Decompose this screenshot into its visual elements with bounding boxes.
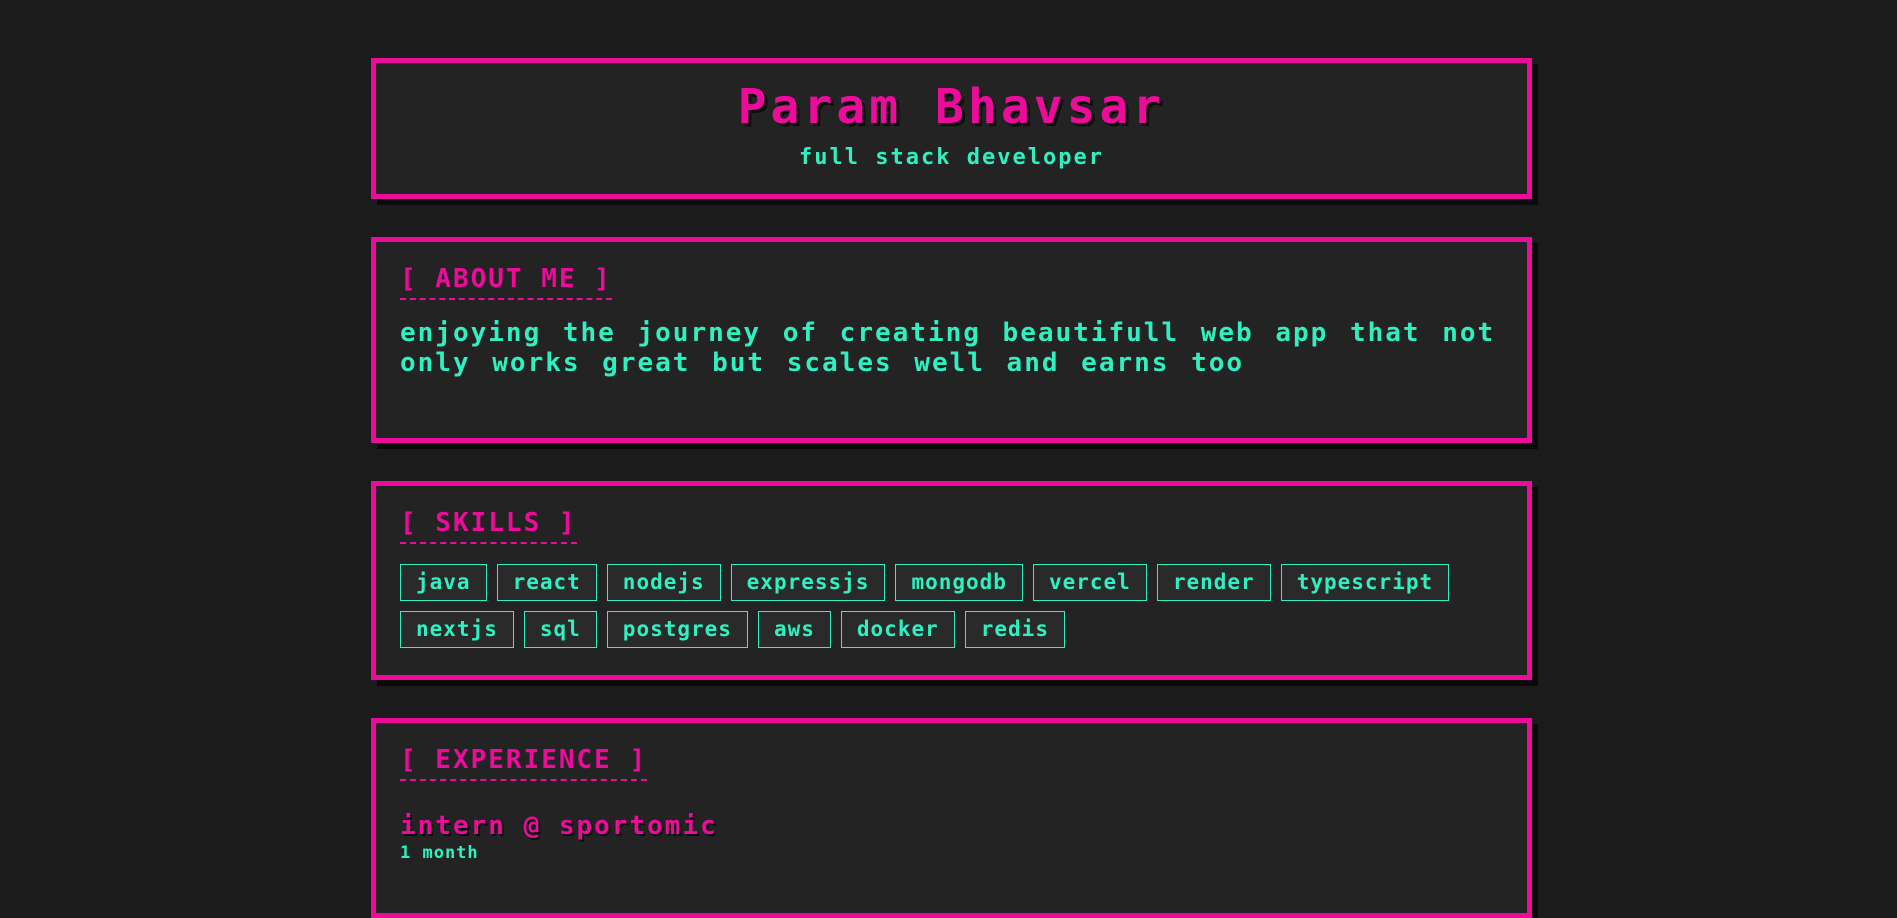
skill-chip[interactable]: vercel (1032, 564, 1147, 601)
skill-chip[interactable]: react (496, 564, 597, 601)
skill-chip[interactable]: postgres (606, 611, 748, 648)
about-section: [ ABOUT ME ] enjoying the journey of cre… (371, 237, 1532, 443)
skill-chip[interactable]: sql (523, 611, 597, 648)
skill-chip[interactable]: aws (757, 611, 831, 648)
skill-chip[interactable]: typescript (1280, 564, 1450, 601)
job-duration: 1 month (400, 843, 479, 863)
skill-chip[interactable]: render (1156, 564, 1271, 601)
skill-chip[interactable]: mongodb (895, 564, 1023, 601)
skills-list: java react nodejs expressjs mongodb verc… (400, 564, 1503, 648)
experience-item: intern @ sportomic 1 month (400, 811, 1503, 863)
skills-heading: [ SKILLS ] (400, 508, 577, 544)
skill-chip[interactable]: java (400, 564, 487, 601)
skills-section: [ SKILLS ] java react nodejs expressjs m… (371, 481, 1532, 680)
skill-chip[interactable]: nodejs (606, 564, 721, 601)
subtitle-role: full stack developer (799, 145, 1104, 170)
skill-chip[interactable]: nextjs (400, 611, 514, 648)
page-title: Param Bhavsar (737, 79, 1166, 135)
experience-heading: [ EXPERIENCE ] (400, 745, 648, 781)
skill-chip[interactable]: expressjs (730, 564, 886, 601)
header-card: Param Bhavsar full stack developer (371, 58, 1532, 199)
about-heading: [ ABOUT ME ] (400, 264, 612, 300)
about-text: enjoying the journey of creating beautif… (400, 318, 1496, 378)
portfolio-container: Param Bhavsar full stack developer [ ABO… (371, 58, 1532, 918)
skill-chip[interactable]: redis (964, 611, 1065, 648)
experience-section: [ EXPERIENCE ] intern @ sportomic 1 mont… (371, 718, 1532, 918)
skill-chip[interactable]: docker (840, 611, 955, 648)
job-title: intern @ sportomic (400, 811, 718, 841)
